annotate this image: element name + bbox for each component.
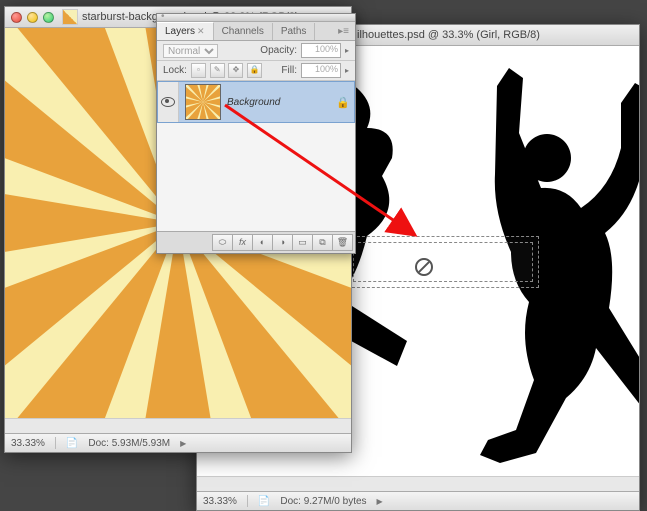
link-layers-icon[interactable]: ⬭ xyxy=(212,234,233,251)
fill-label: Fill: xyxy=(281,65,297,76)
layer-lock-icon[interactable]: 🔒 xyxy=(336,96,348,108)
zoom-level-a[interactable]: 33.33% xyxy=(11,438,45,449)
tab-channels[interactable]: Channels xyxy=(214,23,273,40)
layer-name[interactable]: Background xyxy=(227,97,336,108)
delete-layer-icon[interactable]: 🗑 xyxy=(332,234,353,251)
document-icon xyxy=(62,9,78,25)
opacity-label: Opacity: xyxy=(260,45,297,56)
layer-visibility-toggle[interactable] xyxy=(158,82,179,122)
traffic-lights xyxy=(11,12,54,23)
layer-row-background[interactable]: Background 🔒 xyxy=(157,81,355,123)
no-drop-cursor-icon xyxy=(415,258,433,276)
doc-info-b: Doc: 9.27M/0 bytes xyxy=(280,496,366,507)
window-zoom-icon[interactable] xyxy=(43,12,54,23)
blend-mode-select[interactable]: Normal xyxy=(163,44,218,58)
fill-slider-icon[interactable]: ▸ xyxy=(345,66,349,75)
new-layer-icon[interactable]: ⧉ xyxy=(312,234,333,251)
tab-layers[interactable]: Layers✕ xyxy=(157,22,214,40)
layers-panel[interactable]: Layers✕ Channels Paths ▸≡ Normal Opacity… xyxy=(156,13,356,254)
drag-outline-inner xyxy=(353,242,533,282)
info-menu-a[interactable]: ▶ xyxy=(180,439,186,448)
opacity-slider-icon[interactable]: ▸ xyxy=(345,46,349,55)
lock-label: Lock: xyxy=(163,65,187,76)
info-menu-b[interactable]: ▶ xyxy=(377,497,383,506)
eye-icon xyxy=(161,97,175,107)
lock-all-icon[interactable]: 🔒 xyxy=(247,63,262,78)
panel-menu-icon[interactable]: ▸≡ xyxy=(332,26,355,37)
tab-paths[interactable]: Paths xyxy=(273,23,316,40)
scrollbar-h-a[interactable] xyxy=(5,418,351,433)
close-icon[interactable]: ✕ xyxy=(197,26,205,36)
statusbar-b: 33.33% 📄 Doc: 9.27M/0 bytes ▶ xyxy=(197,491,639,510)
document-title-b: ilhouettes.psd @ 33.3% (Girl, RGB/8) xyxy=(357,29,540,41)
doc-info-a: Doc: 5.93M/5.93M xyxy=(88,438,170,449)
opacity-field[interactable]: 100% xyxy=(301,43,341,58)
zoom-level-b[interactable]: 33.33% xyxy=(203,496,237,507)
panel-grip[interactable] xyxy=(157,14,355,22)
layer-list[interactable]: Background 🔒 xyxy=(157,81,355,231)
layer-fx-icon[interactable]: fx xyxy=(232,234,253,251)
window-minimize-icon[interactable] xyxy=(27,12,38,23)
window-close-icon[interactable] xyxy=(11,12,22,23)
scrollbar-h-b[interactable] xyxy=(197,476,639,491)
panel-tabs: Layers✕ Channels Paths ▸≡ xyxy=(157,22,355,41)
adjustment-layer-icon[interactable]: ◑ xyxy=(272,234,293,251)
layer-group-icon[interactable]: ▭ xyxy=(292,234,313,251)
statusbar-a: 33.33% 📄 Doc: 5.93M/5.93M ▶ xyxy=(5,433,351,452)
lock-position-icon[interactable]: ✥ xyxy=(228,63,243,78)
lock-pixels-icon[interactable]: ✎ xyxy=(210,63,225,78)
panel-footer: ⬭ fx ◐ ◑ ▭ ⧉ 🗑 xyxy=(157,231,355,253)
lock-buttons: ▫ ✎ ✥ 🔒 xyxy=(191,63,263,78)
fill-field[interactable]: 100% xyxy=(301,63,341,78)
layer-thumbnail[interactable] xyxy=(185,84,221,120)
layer-mask-icon[interactable]: ◐ xyxy=(252,234,273,251)
lock-transparency-icon[interactable]: ▫ xyxy=(191,63,206,78)
